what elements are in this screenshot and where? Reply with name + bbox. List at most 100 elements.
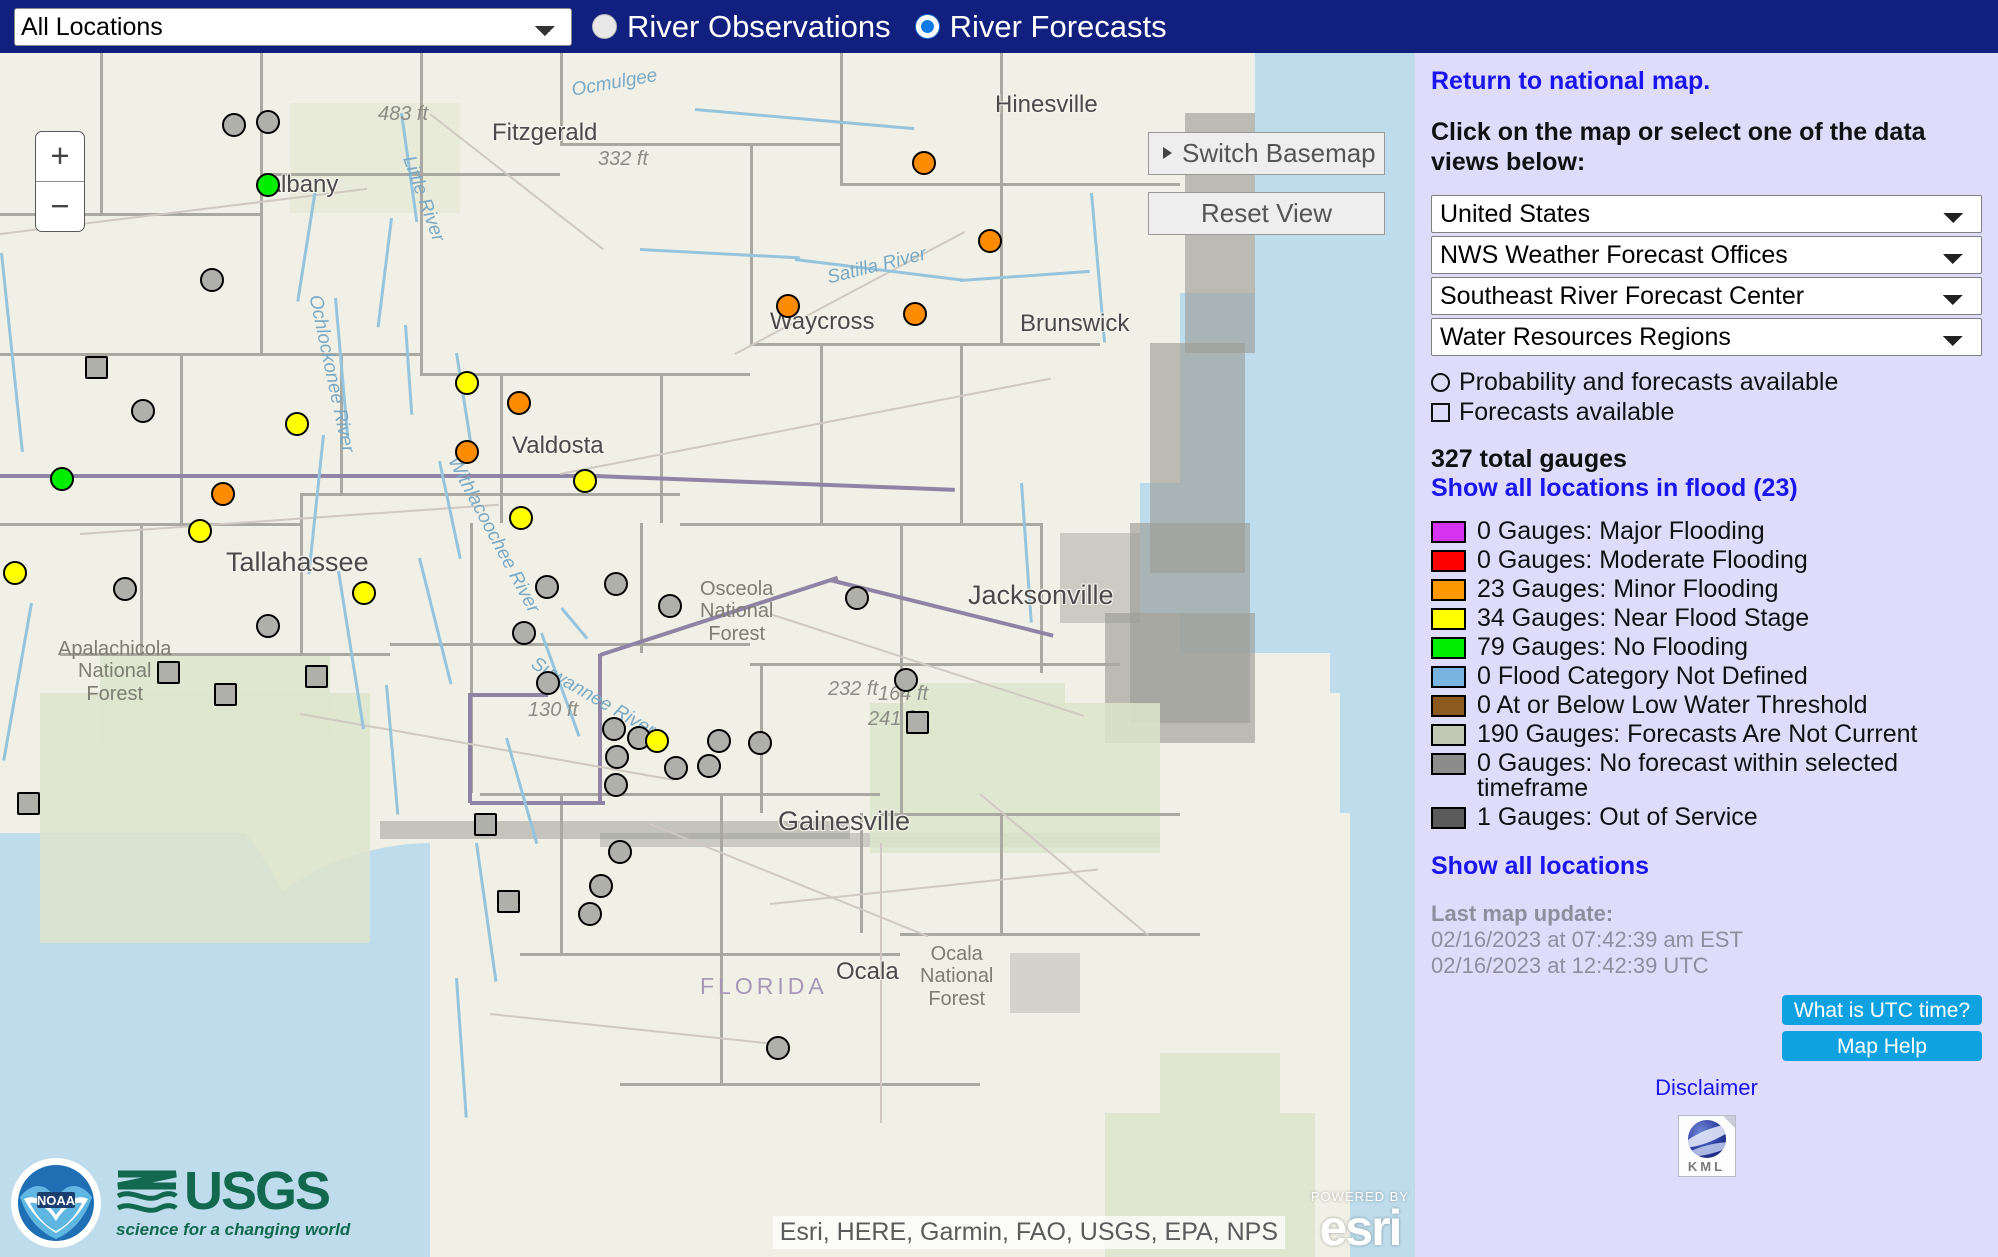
gauge-marker[interactable]	[256, 110, 280, 134]
gauge-marker[interactable]	[645, 729, 669, 753]
gauge-marker[interactable]	[474, 813, 497, 836]
country-select[interactable]: United States	[1431, 195, 1982, 233]
symbol-key-probability: Probability and forecasts available	[1431, 368, 1982, 398]
zoom-out-button[interactable]: −	[36, 182, 84, 231]
gauge-marker[interactable]	[50, 467, 74, 491]
show-all-anchor[interactable]: Show all locations	[1431, 852, 1649, 880]
legend-row: 0 At or Below Low Water Threshold	[1431, 693, 1982, 718]
last-update-utc: 02/16/2023 at 12:42:39 UTC	[1431, 952, 1709, 978]
gauge-marker[interactable]	[512, 621, 536, 645]
legend-row: 23 Gauges: Minor Flooding	[1431, 577, 1982, 602]
legend-label: 34 Gauges: Near Flood Stage	[1477, 604, 1810, 632]
switch-basemap-button[interactable]: Switch Basemap	[1148, 132, 1385, 175]
zoom-control[interactable]: + −	[35, 131, 85, 232]
gauge-marker[interactable]	[912, 151, 936, 175]
gauge-marker[interactable]	[658, 594, 682, 618]
usgs-wave-icon	[116, 1166, 178, 1218]
gauge-marker[interactable]	[17, 792, 40, 815]
gauge-marker[interactable]	[507, 391, 531, 415]
disclaimer-link[interactable]: Disclaimer	[1431, 1075, 1982, 1101]
gauge-marker[interactable]	[113, 577, 137, 601]
show-flood-locations-link[interactable]: Show all locations in flood (23)	[1431, 474, 1982, 503]
legend-color-swatch	[1431, 666, 1466, 688]
legend-color-swatch	[1431, 807, 1466, 829]
kml-label: KML	[1687, 1159, 1726, 1175]
gauge-marker[interactable]	[906, 711, 929, 734]
map-help-button[interactable]: Map Help	[1782, 1030, 1982, 1061]
gauge-marker[interactable]	[664, 756, 688, 780]
gauge-marker[interactable]	[578, 902, 602, 926]
noaa-logo-icon: NOAA	[10, 1157, 102, 1249]
gauge-marker[interactable]	[845, 586, 869, 610]
gauge-marker[interactable]	[589, 874, 613, 898]
gauge-marker[interactable]	[535, 575, 559, 599]
gauge-marker[interactable]	[573, 469, 597, 493]
kml-download[interactable]: KML	[1431, 1114, 1982, 1177]
wrr-select[interactable]: Water Resources Regions	[1431, 318, 1982, 356]
gauge-marker[interactable]	[305, 665, 328, 688]
flood-category-legend: 0 Gauges: Major Flooding 0 Gauges: Modera…	[1431, 519, 1982, 830]
reset-view-button[interactable]: Reset View	[1148, 192, 1385, 235]
gauge-marker[interactable]	[455, 371, 479, 395]
gauge-marker[interactable]	[776, 294, 800, 318]
map-viewport[interactable]: Albany Fitzgerald Valdosta Waycross Brunswic…	[0, 53, 1415, 1257]
radio-river-observations[interactable]: River Observations	[592, 11, 915, 42]
rfc-select[interactable]: Southeast River Forecast Center	[1431, 277, 1982, 315]
gauge-marker[interactable]	[497, 890, 520, 913]
zoom-in-button[interactable]: +	[36, 132, 84, 182]
gauge-marker[interactable]	[3, 561, 27, 585]
gauge-marker[interactable]	[188, 519, 212, 543]
gauge-marker[interactable]	[285, 412, 309, 436]
legend-color-swatch	[1431, 579, 1466, 601]
gauge-marker[interactable]	[894, 668, 918, 692]
legend-color-swatch	[1431, 695, 1466, 717]
gauge-marker[interactable]	[605, 745, 629, 769]
gauge-marker[interactable]	[903, 302, 927, 326]
gauge-marker[interactable]	[608, 840, 632, 864]
gauge-marker[interactable]	[707, 729, 731, 753]
gauge-marker[interactable]	[256, 614, 280, 638]
gauge-marker[interactable]	[748, 731, 772, 755]
legend-label: 190 Gauges: Forecasts Are Not Current	[1477, 720, 1918, 748]
gauge-marker[interactable]	[766, 1036, 790, 1060]
return-to-national-map-link[interactable]: Return to national map.	[1431, 67, 1982, 96]
square-symbol-icon	[1431, 402, 1450, 422]
gauge-marker[interactable]	[85, 356, 108, 379]
gauge-marker[interactable]	[602, 717, 626, 741]
gauge-marker[interactable]	[978, 229, 1002, 253]
gauge-marker[interactable]	[604, 572, 628, 596]
radio-observations-indicator[interactable]	[592, 14, 617, 39]
total-gauges-text: 327 total gauges	[1431, 445, 1627, 473]
kml-file-icon[interactable]: KML	[1677, 1114, 1736, 1177]
gauge-marker[interactable]	[157, 661, 180, 684]
last-update-est: 02/16/2023 at 07:42:39 am EST	[1431, 927, 1743, 952]
gauge-marker[interactable]	[200, 268, 224, 292]
location-filter-select[interactable]: All Locations	[14, 7, 572, 46]
disclaimer-anchor[interactable]: Disclaimer	[1655, 1075, 1758, 1100]
legend-color-swatch	[1431, 521, 1466, 543]
gauge-marker[interactable]	[604, 773, 628, 797]
legend-label: 0 Gauges: Major Flooding	[1477, 517, 1765, 545]
show-all-locations-link[interactable]: Show all locations	[1431, 852, 1982, 881]
gauge-marker[interactable]	[697, 754, 721, 778]
gauge-marker[interactable]	[211, 482, 235, 506]
gauge-marker[interactable]	[222, 113, 246, 137]
legend-label: 1 Gauges: Out of Service	[1477, 803, 1758, 831]
gauge-marker[interactable]	[455, 440, 479, 464]
return-link-anchor[interactable]: Return to national map.	[1431, 67, 1710, 95]
flood-link-anchor[interactable]: Show all locations in flood (23)	[1431, 474, 1798, 502]
gauge-marker[interactable]	[256, 173, 280, 197]
symbol-key-forecasts-label: Forecasts available	[1459, 397, 1675, 426]
esri-logo: POWERED BY esri	[1311, 1190, 1409, 1253]
legend-row: 0 Flood Category Not Defined	[1431, 664, 1982, 689]
gauge-marker[interactable]	[214, 683, 237, 706]
wfo-select[interactable]: NWS Weather Forecast Offices	[1431, 236, 1982, 274]
gauge-marker[interactable]	[536, 671, 560, 695]
gauge-marker[interactable]	[509, 506, 533, 530]
what-is-utc-button[interactable]: What is UTC time?	[1782, 994, 1982, 1025]
gauge-marker[interactable]	[352, 581, 376, 605]
legend-row: 34 Gauges: Near Flood Stage	[1431, 606, 1982, 631]
radio-forecasts-indicator[interactable]	[914, 14, 940, 39]
radio-river-forecasts[interactable]: River Forecasts	[914, 11, 1191, 42]
gauge-marker[interactable]	[131, 399, 155, 423]
